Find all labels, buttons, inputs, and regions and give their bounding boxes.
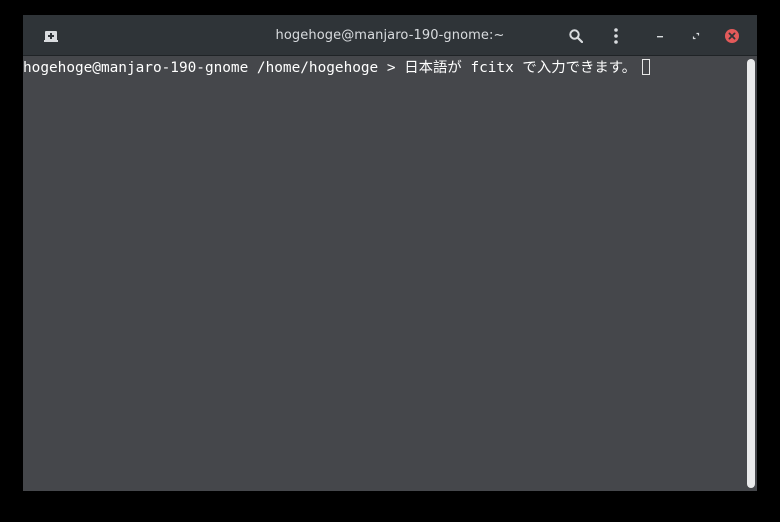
- shell-prompt: hogehoge@manjaro-190-gnome /home/hogehog…: [23, 60, 405, 76]
- terminal-window: hogehoge@manjaro-190-gnome:~ hogehoge@ma…: [23, 15, 757, 491]
- new-tab-button[interactable]: [37, 15, 65, 56]
- terminal-output[interactable]: hogehoge@manjaro-190-gnome /home/hogehog…: [23, 56, 745, 491]
- search-button[interactable]: [563, 15, 589, 56]
- menu-button[interactable]: [603, 15, 629, 56]
- minimize-button[interactable]: [647, 15, 673, 56]
- kebab-menu-icon: [614, 27, 618, 44]
- maximize-button[interactable]: [683, 15, 709, 56]
- typed-input: 日本語が fcitx で入力できます。: [404, 60, 637, 76]
- close-button[interactable]: [719, 15, 745, 56]
- close-icon: [725, 28, 739, 43]
- titlebar[interactable]: hogehoge@manjaro-190-gnome:~: [23, 15, 757, 56]
- text-cursor: [642, 59, 651, 75]
- search-icon: [569, 28, 583, 43]
- maximize-icon: [692, 32, 700, 39]
- minimize-icon: [657, 35, 663, 37]
- new-tab-icon: [44, 30, 58, 42]
- scrollbar[interactable]: [745, 56, 757, 491]
- scrollbar-thumb[interactable]: [747, 59, 755, 488]
